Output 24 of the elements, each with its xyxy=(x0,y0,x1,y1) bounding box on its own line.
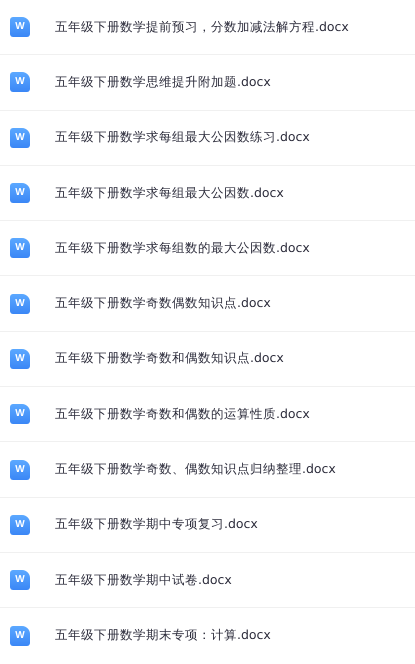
document-icon: W xyxy=(10,570,30,590)
document-icon: W xyxy=(10,128,30,148)
file-name[interactable]: 五年级下册数学奇数、偶数知识点归纳整理.docx xyxy=(55,461,336,478)
file-name[interactable]: 五年级下册数学求每组最大公因数练习.docx xyxy=(55,129,310,146)
file-name[interactable]: 五年级下册数学提前预习，分数加减法解方程.docx xyxy=(55,18,349,36)
file-name[interactable]: 五年级下册数学期中专项复习.docx xyxy=(55,516,258,534)
file-name[interactable]: 五年级下册数学求每组最大公因数.docx xyxy=(55,184,284,202)
document-icon: W xyxy=(10,514,30,535)
document-icon: W xyxy=(10,72,30,92)
file-name[interactable]: 五年级下册数学思维提升附加题.docx xyxy=(55,74,271,91)
document-icon: W xyxy=(10,348,30,369)
file-name[interactable]: 五年级下册数学奇数和偶数知识点.docx xyxy=(55,350,284,368)
document-icon: W xyxy=(10,183,30,204)
document-icon: W xyxy=(10,626,30,646)
document-icon: W xyxy=(10,17,30,38)
file-name[interactable]: 五年级下册数学奇数和偶数的运算性质.docx xyxy=(55,406,310,423)
file-name[interactable]: 五年级下册数学期末专项：计算.docx xyxy=(55,627,271,644)
document-icon: W xyxy=(10,460,30,480)
file-name[interactable]: 五年级下册数学期中试卷.docx xyxy=(55,572,232,589)
document-icon: W xyxy=(10,238,30,258)
document-icon: W xyxy=(10,294,30,314)
document-icon: W xyxy=(10,404,30,424)
file-name[interactable]: 五年级下册数学奇数偶数知识点.docx xyxy=(55,295,271,312)
file-name[interactable]: 五年级下册数学求每组数的最大公因数.docx xyxy=(55,240,310,257)
